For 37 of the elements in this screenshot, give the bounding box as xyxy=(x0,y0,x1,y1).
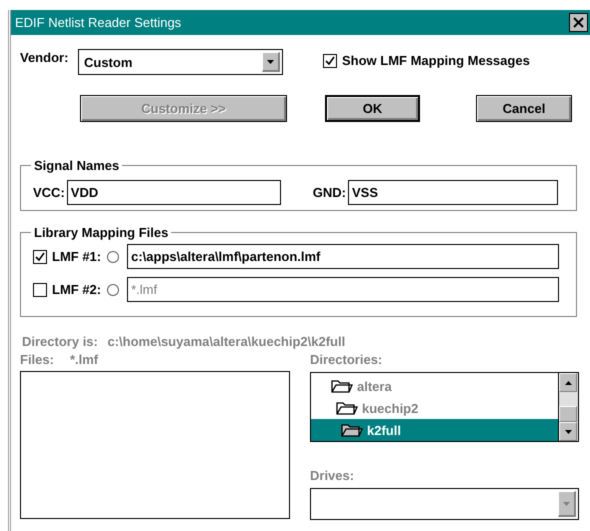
close-button[interactable] xyxy=(569,13,588,32)
folder-icon xyxy=(336,401,358,415)
dialog-button[interactable]: OK xyxy=(325,95,420,122)
scroll-thumb[interactable] xyxy=(559,406,577,422)
directory-label: Directory is: xyxy=(22,334,98,349)
folder-icon xyxy=(341,423,363,437)
text-field[interactable]: VSS xyxy=(348,180,558,204)
window-title: EDIF Netlist Reader Settings xyxy=(15,15,182,30)
file-filter: *.lmf xyxy=(70,352,98,367)
checkbox-label: LMF #2: xyxy=(52,282,102,297)
drives-label: Drives: xyxy=(310,468,354,483)
scroll-down-icon xyxy=(564,428,572,434)
vendor-dropdown[interactable]: Custom xyxy=(78,49,283,75)
group-title: Signal Names xyxy=(33,158,120,173)
field-label: VCC: xyxy=(33,184,65,200)
close-icon xyxy=(573,17,584,28)
dropdown-arrow-icon xyxy=(266,58,275,64)
directories-label: Directories: xyxy=(310,352,382,367)
file-path-field[interactable]: c:\apps\altera\lmf\partenon.lmf xyxy=(127,244,560,269)
checkbox-label: LMF #1: xyxy=(52,249,102,264)
dropdown-arrow-icon xyxy=(562,500,571,506)
checkbox-label: Show LMF Mapping Messages xyxy=(342,53,530,68)
folder-icon xyxy=(331,379,353,393)
scroll-up-icon xyxy=(564,380,572,386)
text-field[interactable]: VDD xyxy=(66,180,281,204)
checkbox[interactable] xyxy=(323,54,337,68)
files-label: Files: xyxy=(20,352,54,367)
group-title: Library Mapping Files xyxy=(33,225,170,240)
directory-path: c:\home\suyama\altera\kuechip2\k2full xyxy=(108,334,346,349)
files-list[interactable] xyxy=(20,371,290,519)
checkbox[interactable] xyxy=(33,250,47,264)
radio-button[interactable] xyxy=(107,250,120,262)
scrollbar[interactable] xyxy=(558,373,578,441)
vendor-label: Vendor: xyxy=(20,49,70,65)
dialog-button[interactable]: Cancel xyxy=(476,95,572,122)
drives-dropdown[interactable] xyxy=(310,488,579,520)
field-label: GND: xyxy=(312,184,346,200)
